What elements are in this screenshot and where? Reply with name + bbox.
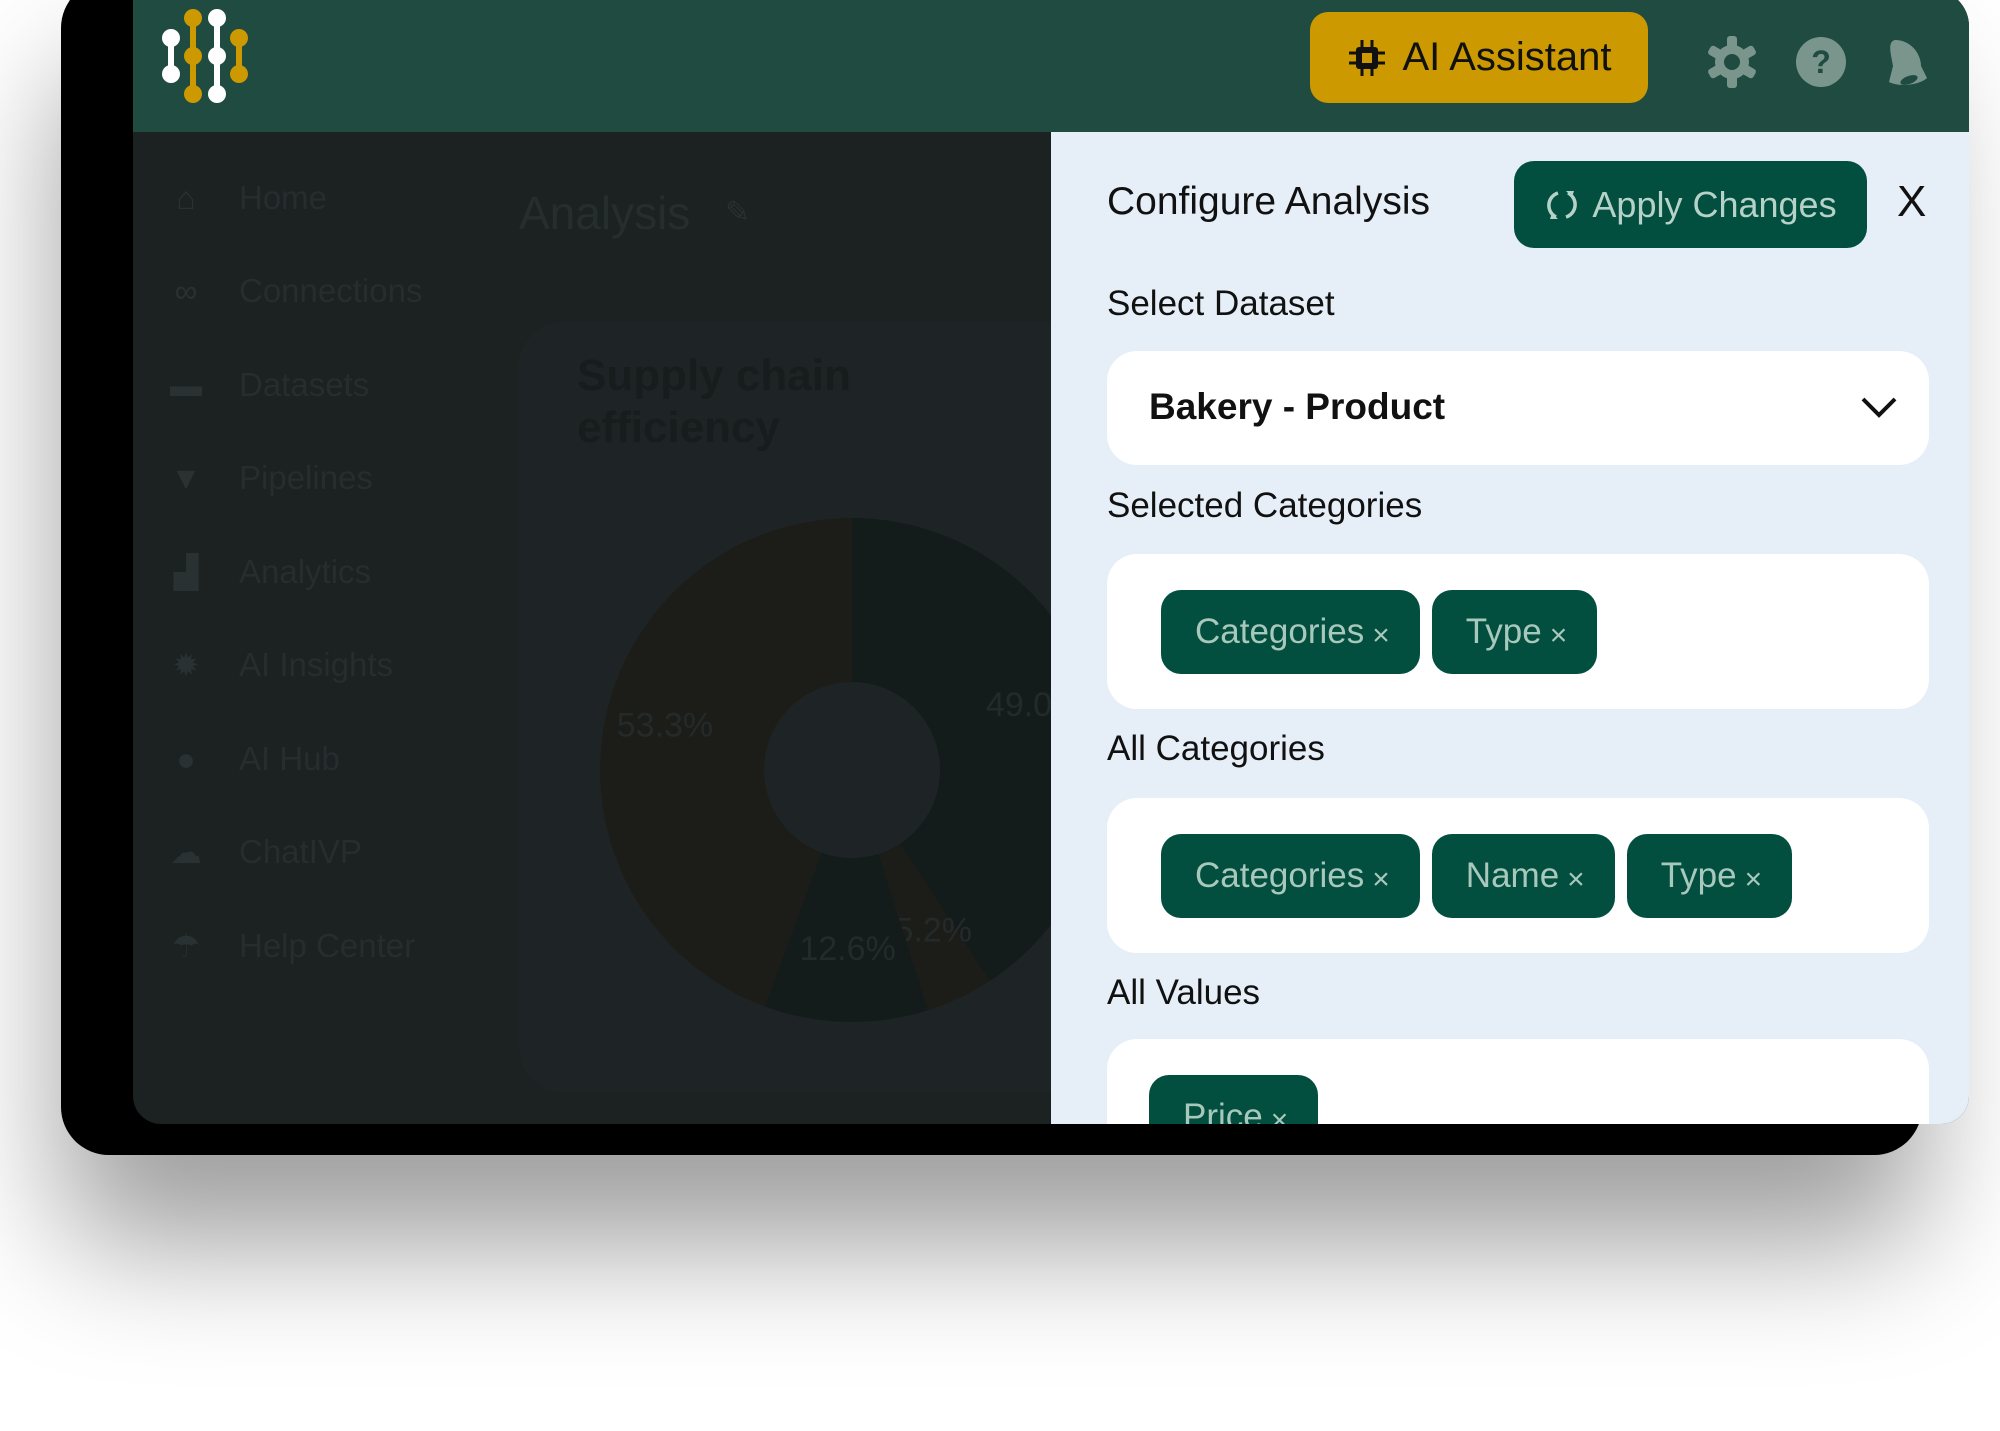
chip-all-categories[interactable]: Categories × <box>1161 834 1420 918</box>
chip-label: Price <box>1183 1097 1263 1124</box>
dataset-value: Bakery - Product <box>1149 386 1446 427</box>
remove-icon[interactable]: × <box>1567 863 1585 897</box>
ai-assistant-button[interactable]: AI Assistant <box>1310 12 1648 103</box>
ai-assistant-label: AI Assistant <box>1402 35 1612 79</box>
apply-changes-label: Apply Changes <box>1592 183 1837 225</box>
donut-data-label: 12.6% <box>799 930 895 968</box>
chip-value-price[interactable]: Price × <box>1149 1075 1319 1124</box>
chip-label: Type <box>1465 612 1542 651</box>
remove-icon[interactable]: × <box>1745 863 1763 897</box>
configure-analysis-panel: Configure Analysis Apply Changes X Selec… <box>1051 132 1969 1124</box>
remove-icon[interactable]: × <box>1372 619 1390 653</box>
remove-icon[interactable]: × <box>1271 1104 1289 1124</box>
chip-all-type[interactable]: Type × <box>1626 834 1793 918</box>
donut-data-label: 49.0% <box>986 686 1051 724</box>
refresh-icon <box>1547 190 1578 219</box>
selected-categories-label: Selected Categories <box>1107 486 1423 525</box>
all-categories-box: Categories × Name × Type × <box>1107 798 1929 953</box>
gear-icon[interactable] <box>1706 36 1758 88</box>
donut-data-label: 53.3% <box>617 707 713 745</box>
apply-changes-button[interactable]: Apply Changes <box>1514 161 1867 248</box>
dataset-select[interactable]: Bakery - Product <box>1107 351 1929 465</box>
donut-chart: 49.0%5.2%12.6%53.3% <box>599 518 1051 1022</box>
chip-selected-type[interactable]: Type × <box>1431 590 1598 674</box>
selected-categories-box: Categories × Type × <box>1107 554 1929 709</box>
all-values-label: All Values <box>1107 973 1261 1012</box>
app-screen: AI Assistant ? ⌂ Home ∞ Connections ▬ Datas… <box>133 0 1969 1124</box>
remove-icon[interactable]: × <box>1550 619 1568 653</box>
chevron-down-icon <box>1861 397 1897 418</box>
chip-selected-categories[interactable]: Categories × <box>1161 590 1420 674</box>
chip-label: Type <box>1660 856 1737 895</box>
chip-label: Name <box>1465 856 1560 895</box>
panel-title: Configure Analysis <box>1107 180 1431 223</box>
all-categories-label: All Categories <box>1107 729 1325 768</box>
chip-all-name[interactable]: Name × <box>1431 834 1615 918</box>
chip-icon <box>1348 39 1385 76</box>
help-icon[interactable]: ? <box>1795 36 1847 88</box>
select-dataset-label: Select Dataset <box>1107 284 1335 323</box>
chip-label: Categories <box>1195 856 1365 895</box>
all-values-box: Price × <box>1107 1039 1929 1124</box>
chip-label: Categories <box>1195 612 1365 651</box>
bell-icon[interactable] <box>1881 36 1933 88</box>
close-icon[interactable]: X <box>1897 180 1926 224</box>
remove-icon[interactable]: × <box>1372 863 1390 897</box>
frame-overlay: AI Assistant ? ⌂ Home ∞ Connections ▬ Datas… <box>61 0 1969 1155</box>
svg-text:?: ? <box>1811 44 1831 80</box>
